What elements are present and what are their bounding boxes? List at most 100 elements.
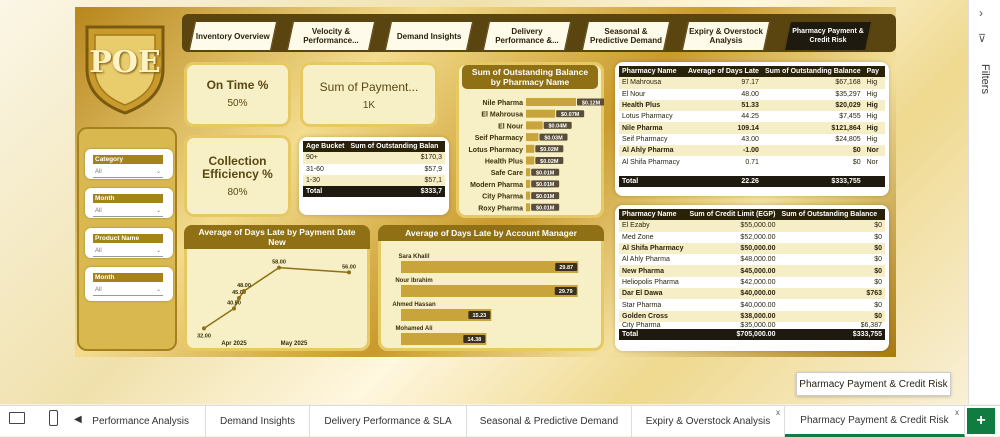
data-label: $0.01M bbox=[536, 194, 555, 200]
bar bbox=[526, 98, 576, 106]
nav-payment-credit-risk[interactable]: Pharmacy Payment & Credit Risk bbox=[783, 21, 873, 51]
on-time-card: On Time % 50% bbox=[184, 62, 291, 127]
outstanding-bars: Nile Pharma $0.12M El Mahrousa $0.07M El Nou… bbox=[469, 98, 604, 212]
category-label: Sara Khalil bbox=[398, 254, 429, 260]
tab-demand-insights[interactable]: Demand Insights bbox=[206, 406, 310, 437]
category-label: Roxy Pharma bbox=[478, 205, 523, 212]
data-point bbox=[232, 306, 236, 311]
data-label: 40.50 bbox=[227, 301, 241, 307]
bar bbox=[401, 285, 578, 297]
data-label: $0.07M bbox=[561, 112, 580, 118]
poe-logo: POE bbox=[83, 19, 167, 115]
chevron-down-icon: ⌄ bbox=[155, 208, 161, 214]
data-point bbox=[347, 270, 351, 275]
category-label: Modern Pharma bbox=[470, 182, 523, 189]
data-point bbox=[237, 296, 241, 300]
data-label: $0.12M bbox=[582, 100, 601, 106]
data-point bbox=[242, 289, 246, 293]
category-filter[interactable]: Category All ⌄ bbox=[85, 149, 173, 179]
days-late-line-chart: Average of Days Late by Payment Date New… bbox=[184, 225, 370, 351]
mobile-view-icon[interactable] bbox=[49, 410, 58, 426]
tab-seasonal-predictive[interactable]: Seasonal & Predictive Demand bbox=[467, 406, 632, 437]
tab-tooltip: Pharmacy Payment & Credit Risk bbox=[796, 372, 951, 396]
data-point bbox=[202, 326, 206, 331]
bar bbox=[526, 168, 531, 177]
manager-bars: Sara Khalil 29.87 Nour Ibrahim 29.79 Ahmed H… bbox=[392, 254, 579, 345]
chevron-down-icon: ⌄ bbox=[155, 169, 161, 175]
manager-chart-title: Average of Days Late by Account Manager bbox=[378, 225, 604, 241]
category-label: Ahmed Hassan bbox=[392, 302, 436, 308]
on-time-value: 50% bbox=[227, 98, 248, 109]
data-label: $0.03M bbox=[544, 135, 563, 141]
category-label: El Nour bbox=[498, 123, 523, 130]
logo-text: POE bbox=[89, 45, 161, 80]
desktop-view-icon[interactable] bbox=[9, 412, 25, 424]
data-label: $0.02M bbox=[540, 147, 559, 153]
line-chart-title: Average of Days Late by Payment Date New bbox=[184, 225, 370, 249]
collection-value: 80% bbox=[227, 187, 248, 198]
bar bbox=[526, 156, 535, 165]
filters-pane[interactable]: › ⊽ Filters bbox=[968, 0, 1000, 404]
credit-limit-table[interactable]: Pharmacy Name Sum of Credit Limit (EGP) Su… bbox=[615, 205, 889, 351]
filter-panel: Category All ⌄ Month All ⌄ Product Name Al… bbox=[77, 127, 177, 351]
product-name-dropdown[interactable]: All ⌄ bbox=[93, 245, 163, 257]
data-label: 14.38 bbox=[467, 337, 481, 343]
month-dropdown-2[interactable]: All ⌄ bbox=[93, 284, 163, 296]
tab-expiry-overstock[interactable]: Expiry & Overstock Analysis bbox=[632, 406, 785, 437]
nav-velocity-performance[interactable]: Velocity & Performance... bbox=[286, 21, 376, 51]
product-name-filter[interactable]: Product Name All ⌄ bbox=[85, 228, 173, 258]
chevron-down-icon: ⌄ bbox=[155, 287, 161, 293]
nav-expiry-overstock[interactable]: Expiry & Overstock Analysis bbox=[681, 21, 771, 51]
month-filter[interactable]: Month All ⌄ bbox=[85, 188, 173, 218]
filters-label[interactable]: Filters bbox=[979, 64, 991, 94]
payment-card: Sum of Payment... 1K bbox=[300, 62, 438, 127]
category-label: City Pharma bbox=[482, 194, 523, 201]
month-dropdown[interactable]: All ⌄ bbox=[93, 205, 163, 217]
chevron-down-icon: ⌄ bbox=[155, 248, 161, 254]
data-label: 15.23 bbox=[472, 313, 486, 319]
category-dropdown[interactable]: All ⌄ bbox=[93, 166, 163, 178]
account-manager-chart: Average of Days Late by Account Manager … bbox=[378, 225, 604, 351]
data-label: 29.79 bbox=[559, 289, 573, 295]
scroll-left-icon[interactable]: ◀ bbox=[74, 414, 82, 425]
collection-card: Collection Efficiency % 80% bbox=[184, 135, 291, 217]
category-label: El Mahrousa bbox=[481, 112, 523, 119]
filter-icon[interactable]: ⊽ bbox=[978, 32, 986, 45]
bar bbox=[526, 109, 556, 118]
nav-inventory-overview[interactable]: Inventory Overview bbox=[188, 21, 278, 51]
chevron-right-icon[interactable]: › bbox=[979, 6, 983, 20]
bar bbox=[526, 203, 531, 212]
close-icon[interactable]: x bbox=[955, 408, 959, 417]
nav-demand-insights[interactable]: Demand Insights bbox=[384, 21, 474, 51]
payment-title: Sum of Payment... bbox=[319, 80, 419, 94]
nav-seasonal-predictive[interactable]: Seasonal & Predictive Demand bbox=[581, 21, 671, 51]
bar bbox=[526, 144, 535, 153]
category-label: Mohamed Ali bbox=[395, 326, 432, 332]
age-bucket-table[interactable]: Age Bucket Sum of Outstanding Balan 90+ $1… bbox=[299, 137, 449, 215]
add-page-button[interactable]: + bbox=[967, 408, 995, 434]
data-label: $0.01M bbox=[536, 206, 555, 212]
bar bbox=[401, 261, 579, 273]
data-label: 29.87 bbox=[559, 265, 573, 271]
data-label: 48.00 bbox=[237, 283, 251, 289]
chart-title: Sum of Outstanding Balance by Pharmacy N… bbox=[462, 65, 598, 89]
tab-performance-analysis[interactable]: Performance Analysis bbox=[90, 406, 206, 437]
bar bbox=[526, 121, 543, 130]
on-time-title: On Time % bbox=[206, 78, 269, 92]
data-label: $0.02M bbox=[540, 159, 559, 165]
outstanding-balance-chart: Sum of Outstanding Balance by Pharmacy N… bbox=[456, 62, 604, 218]
close-icon[interactable]: x bbox=[776, 408, 780, 417]
data-label: $0.01M bbox=[536, 171, 555, 177]
bar bbox=[526, 179, 531, 188]
data-label: 32.00 bbox=[197, 333, 211, 339]
category-label: Nile Pharma bbox=[483, 100, 524, 107]
nav-delivery-performance[interactable]: Delivery Performance &... bbox=[482, 21, 572, 51]
line-plot: 32.0040.5045.0048.0058.0056.00Apr 2025 Ma… bbox=[197, 260, 356, 347]
bar bbox=[526, 133, 539, 142]
days-late-table[interactable]: Pharmacy Name Average of Days Late Sum of … bbox=[615, 62, 889, 196]
tab-delivery-performance[interactable]: Delivery Performance & SLA bbox=[310, 406, 467, 437]
bar bbox=[526, 191, 531, 200]
tab-payment-credit-risk[interactable]: Pharmacy Payment & Credit Risk bbox=[785, 406, 965, 437]
x-tick-label: May 2025 bbox=[281, 341, 308, 347]
month-filter-2[interactable]: Month All ⌄ bbox=[85, 267, 173, 301]
